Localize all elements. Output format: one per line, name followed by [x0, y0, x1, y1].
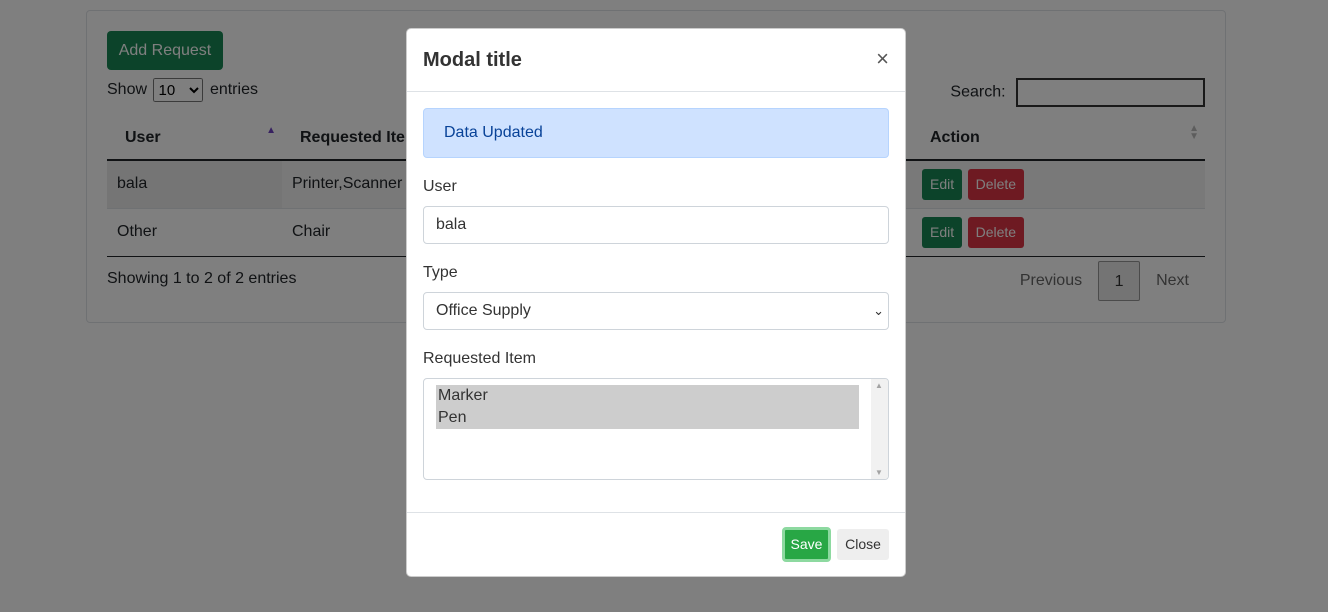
listbox-option-marker[interactable]: Marker — [436, 385, 859, 407]
modal-footer: Save Close — [407, 512, 905, 577]
status-alert: Data Updated — [423, 108, 889, 158]
requested-item-label: Requested Item — [423, 350, 536, 367]
close-button[interactable]: Close — [837, 529, 889, 560]
requested-item-listbox[interactable]: Marker Pen ▲ ▼ — [423, 378, 889, 480]
close-icon[interactable]: × — [876, 46, 889, 72]
type-select[interactable]: Office Supply ⌄ — [423, 292, 889, 330]
user-label: User — [423, 178, 457, 195]
modal-title: Modal title — [423, 49, 522, 71]
scroll-up-icon[interactable]: ▲ — [875, 381, 883, 390]
user-input[interactable]: bala — [423, 206, 889, 244]
edit-request-modal: Modal title × Data Updated User bala Typ… — [406, 28, 906, 577]
listbox-option-pen[interactable]: Pen — [436, 407, 859, 429]
chevron-down-icon: ⌄ — [873, 303, 884, 318]
type-select-value: Office Supply — [436, 302, 531, 319]
modal-header: Modal title × — [407, 29, 905, 92]
listbox-options: Marker Pen — [436, 385, 859, 429]
scroll-down-icon[interactable]: ▼ — [875, 468, 883, 477]
listbox-scrollbar[interactable]: ▲ ▼ — [871, 379, 888, 479]
type-label: Type — [423, 264, 458, 281]
save-button[interactable]: Save — [782, 527, 831, 562]
